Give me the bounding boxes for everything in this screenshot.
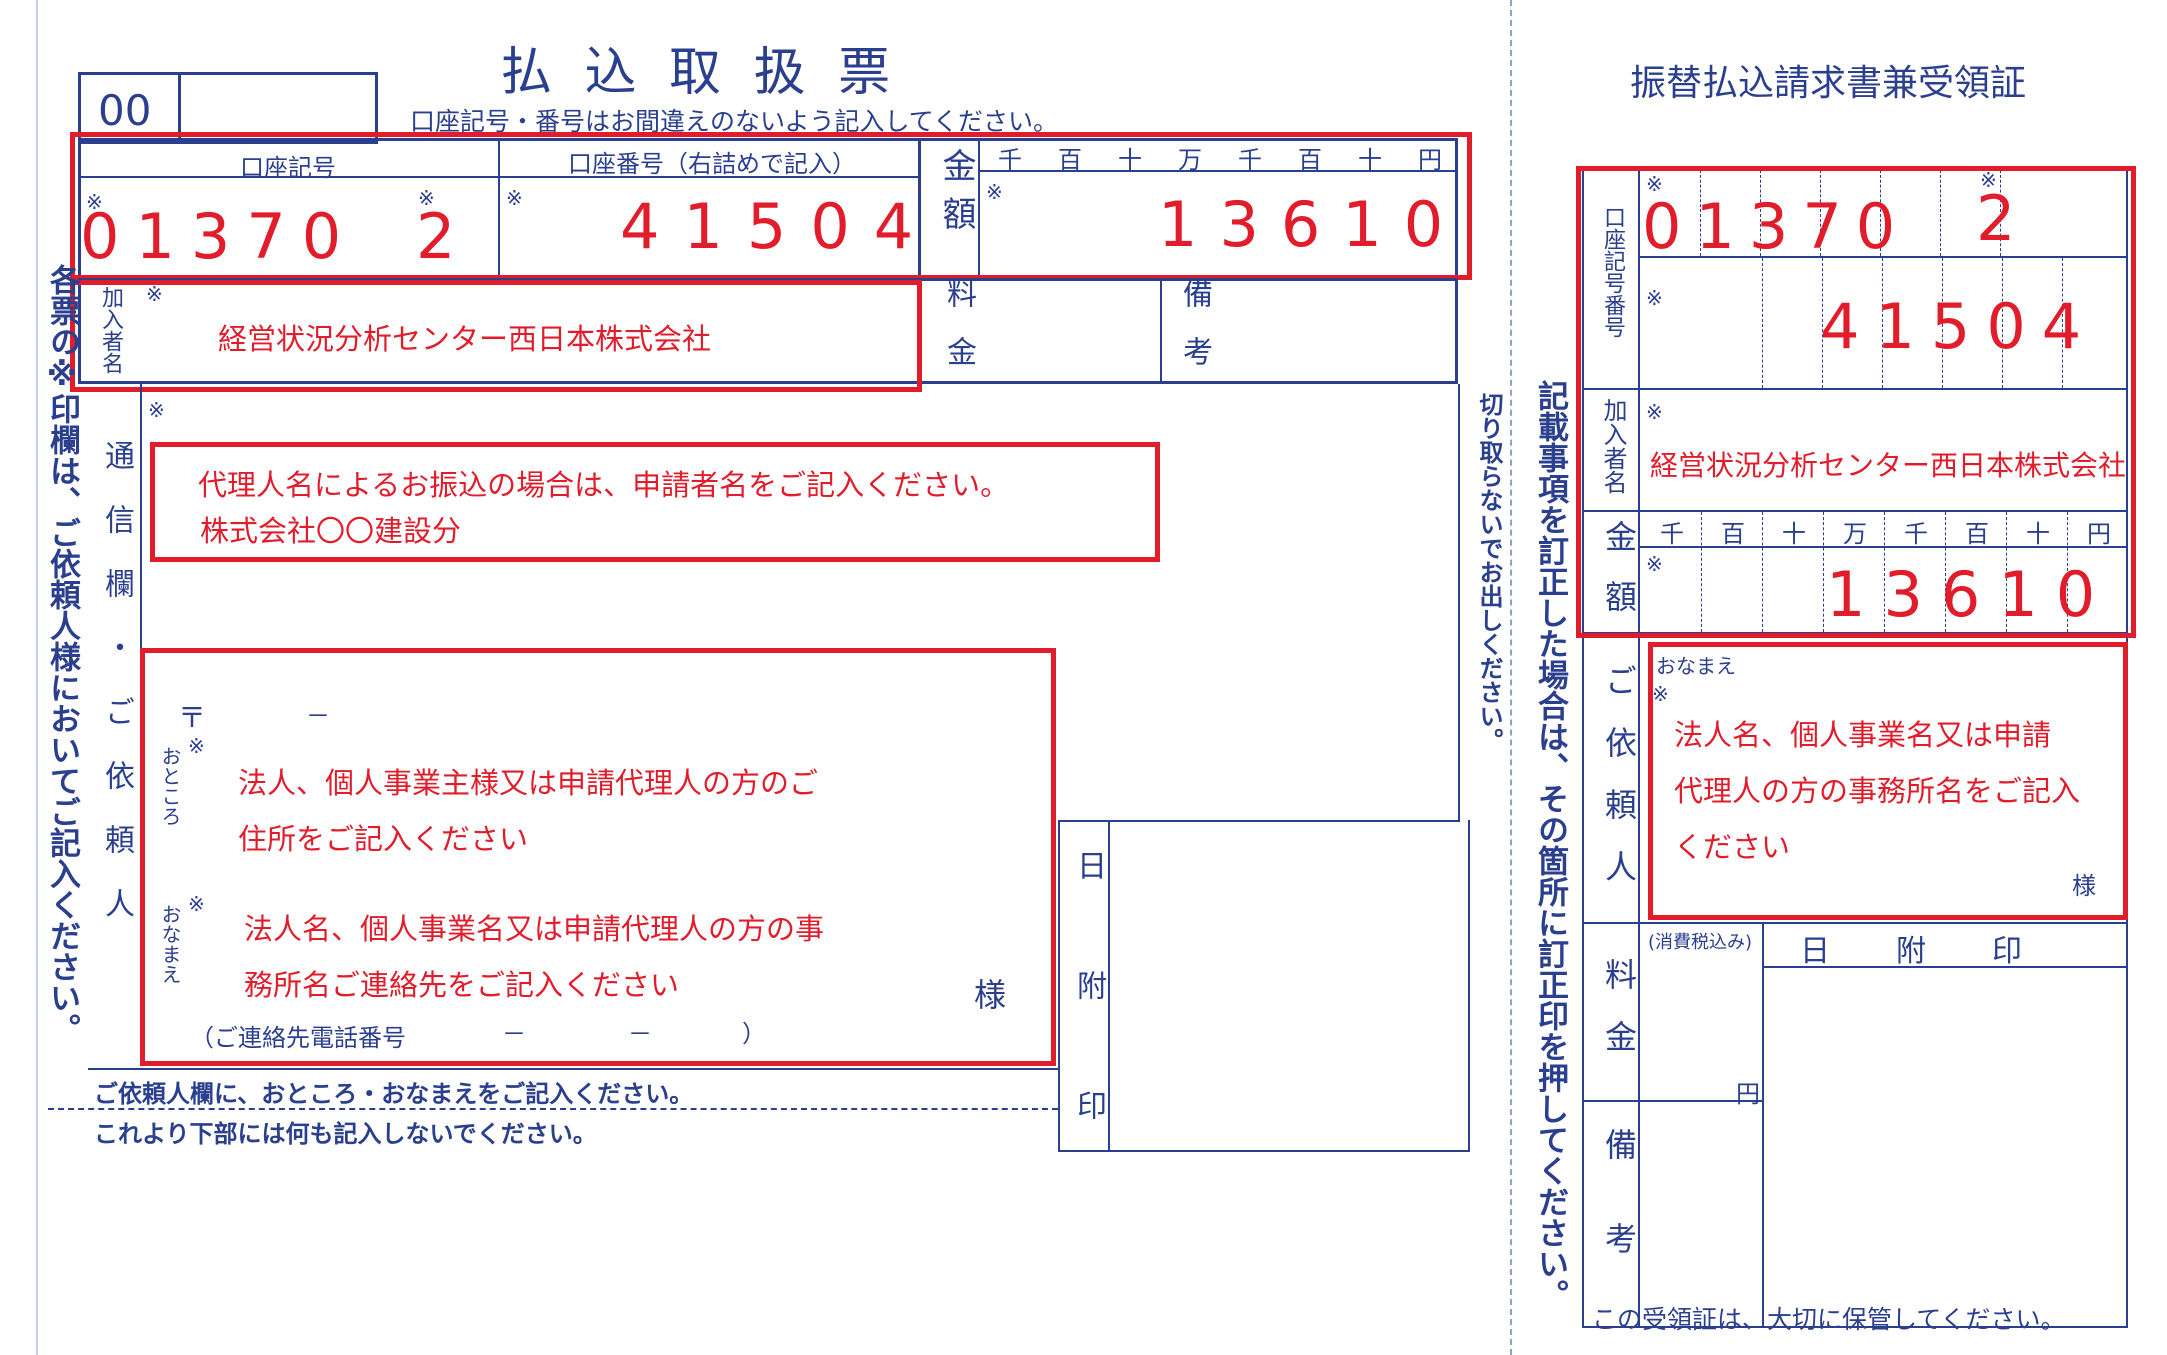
right-name-line3: ください bbox=[1674, 830, 1791, 864]
right-footer: この受領証は、大切に保管してください。 bbox=[1592, 1305, 2066, 1334]
left-sama: 様 bbox=[974, 976, 1007, 1014]
right-account-symbol-sub: 2 bbox=[1976, 182, 2016, 255]
left-subscriber-value: 経営状況分析センター西日本株式会社 bbox=[218, 322, 712, 356]
address-line2: 住所をご記入ください bbox=[238, 822, 529, 856]
name-line2: 務所名ご連絡先をご記入ください bbox=[244, 968, 680, 1002]
label-communication-requester: 通信欄・ご依頼人 bbox=[99, 440, 134, 952]
right-sama: 様 bbox=[2072, 872, 2096, 900]
postal-mark: 〒 bbox=[178, 701, 207, 734]
phone-dash2: － bbox=[628, 1020, 652, 1048]
left-title: 払 込 取 扱 票 bbox=[500, 43, 899, 103]
right-name-line2: 代理人の方の事務所名をご記入 bbox=[1674, 774, 2081, 808]
proxy-note-line2: 株式会社〇〇建設分 bbox=[200, 514, 462, 548]
right-subscriber-value: 経営状況分析センター西日本株式会社 bbox=[1650, 449, 2127, 482]
label-fee: 料金 bbox=[941, 278, 976, 394]
right-account-number-value: 41504 bbox=[1820, 290, 2098, 363]
label-name: おなまえ bbox=[158, 904, 182, 984]
left-account-number-value: 41504 bbox=[620, 190, 938, 263]
phone-close: ） bbox=[742, 1020, 766, 1048]
right-title: 振替払込請求書兼受領証 bbox=[1630, 63, 2027, 104]
left-account-symbol-sub: 2 bbox=[416, 200, 456, 273]
left-account-symbol-value: 01370 bbox=[80, 200, 358, 273]
right-label-requester: ご依頼人 bbox=[1600, 664, 1638, 912]
left-amount-value: 13610 bbox=[1158, 188, 1466, 261]
left-footer-2: これより下部には何も記入しないでください。 bbox=[94, 1120, 597, 1148]
right-label-fee: 料金 bbox=[1600, 958, 1638, 1082]
right-border-comm bbox=[1458, 384, 1460, 820]
proxy-note-line1: 代理人名によるお振込の場合は、申請者名をご記入ください。 bbox=[198, 468, 1010, 502]
right-label-remarks: 備考 bbox=[1600, 1128, 1638, 1316]
right-label-name: おなまえ bbox=[1656, 654, 1736, 678]
right-fee-tax: (消費税込み) bbox=[1648, 932, 1753, 953]
payment-slip-page: 払 込 取 扱 票 00 口座記号・番号はお間違えのないよう記入してください。 … bbox=[0, 0, 2167, 1355]
left-stamp-label: 日附印 bbox=[1071, 850, 1106, 1210]
phone-label: （ご連絡先電話番号 bbox=[190, 1024, 406, 1052]
label-remarks: 備考 bbox=[1177, 278, 1212, 394]
left-footer-1: ご依頼人欄に、おところ・おなまえをご記入ください。 bbox=[94, 1080, 694, 1108]
postal-dash: － bbox=[306, 702, 330, 730]
right-amount-value: 13610 bbox=[1826, 558, 2114, 631]
right-fee-yen: 円 bbox=[1736, 1080, 1760, 1108]
code-box-value: 00 bbox=[98, 86, 152, 135]
left-side-note: 各票の※印欄は、ご依頼人様においてご記入ください。 bbox=[44, 264, 80, 1044]
right-name-line1: 法人名、個人事業名又は申請 bbox=[1674, 718, 2052, 752]
address-line1: 法人、個人事業主様又は申請代理人の方のご bbox=[238, 766, 819, 800]
phone-dash1: － bbox=[502, 1020, 526, 1048]
name-line1: 法人名、個人事業名又は申請代理人の方の事 bbox=[244, 912, 825, 946]
right-account-symbol-value: 01370 bbox=[1642, 190, 1910, 263]
right-stamp-label: 日 附 印 bbox=[1800, 934, 2040, 969]
label-address: おところ bbox=[158, 746, 182, 826]
cut-note: 切り取らないでお出しください。 bbox=[1475, 392, 1503, 752]
correction-note: 記載事項を訂正した場合は、その箇所に訂正印を押してください。 bbox=[1532, 380, 1568, 1310]
